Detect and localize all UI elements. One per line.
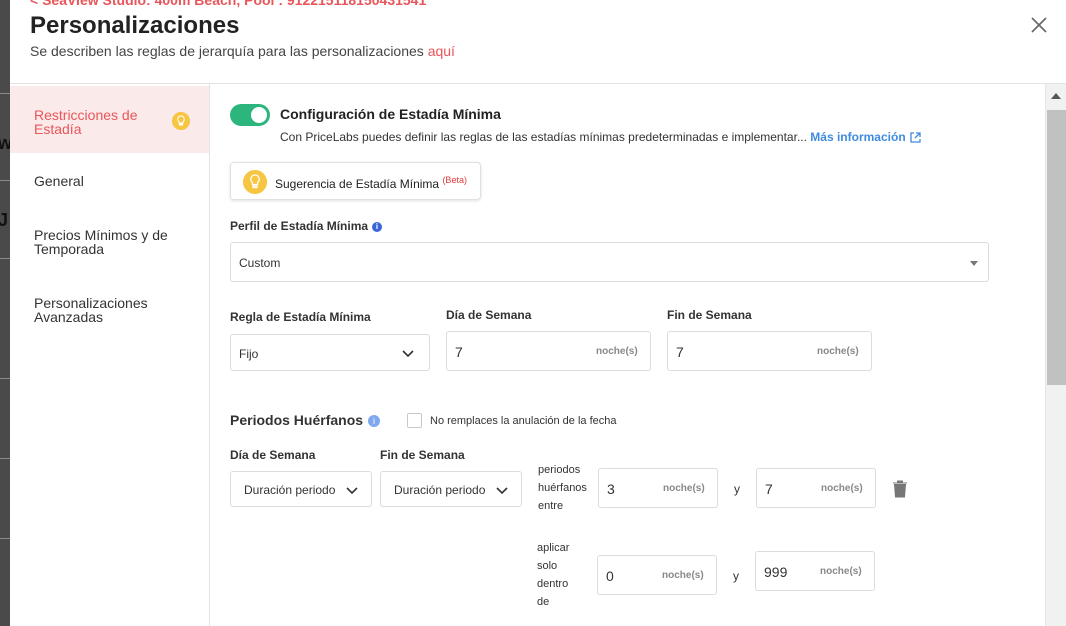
chevron-down-icon	[346, 487, 358, 495]
modal-header: < SeaView Studio: 400m Beach, Pool : 912…	[10, 0, 1066, 84]
min-stay-suggestion-button[interactable]: Sugerencia de Estadía Mínima (Beta)	[230, 162, 481, 200]
orphan-periods-title: Periodos Huérfanos	[230, 412, 364, 428]
backdrop: w J	[0, 0, 12, 626]
sidebar-item-min-seasonal-prices[interactable]: Precios Mínimos y de Temporada	[10, 228, 209, 256]
breadcrumb[interactable]: < SeaView Studio: 400m Beach, Pool : 912…	[30, 0, 426, 8]
sidebar-item-stay-restrictions[interactable]: Restricciones de Estadía	[10, 86, 209, 153]
within-text: aplicar solo dentro de	[537, 539, 569, 611]
orphan-weekday-value: Duración periodo	[244, 483, 336, 497]
page-title: Personalizaciones	[30, 12, 240, 39]
suggestion-label: Sugerencia de Estadía Mínima (Beta)	[275, 175, 467, 191]
hierarchy-rules-link[interactable]: aquí	[428, 43, 455, 59]
sidebar-item-label: Restricciones de Estadía	[34, 107, 138, 137]
unit-label: noche(s)	[821, 483, 863, 494]
profile-value: Custom	[239, 256, 281, 270]
orphan-between-max-input[interactable]: 7 noche(s)	[756, 468, 876, 508]
weekend-value: 7	[676, 344, 684, 360]
backdrop-line	[0, 378, 10, 379]
backdrop-char: J	[0, 210, 9, 230]
within-text-line: solo	[537, 560, 558, 572]
within-text-line: dentro	[537, 578, 569, 590]
info-icon[interactable]: i	[372, 222, 383, 232]
rule-label: Regla de Estadía Mínima	[230, 310, 371, 324]
orphan-within-min-input[interactable]: 0 noche(s)	[597, 555, 717, 595]
info-icon[interactable]: i	[368, 415, 380, 427]
unit-label: noche(s)	[596, 346, 638, 357]
page-subtitle: Se describen las reglas de jerarquía par…	[30, 43, 455, 59]
between-max-value: 7	[765, 481, 773, 497]
backdrop-line	[0, 458, 10, 459]
sidebar-item-label: Precios Mínimos y de Temporada	[34, 227, 168, 257]
backdrop-line	[0, 93, 10, 94]
between-text-line: entre	[538, 500, 564, 512]
within-text-line: de	[537, 596, 550, 608]
lightbulb-icon	[243, 170, 267, 194]
beta-badge: (Beta)	[442, 175, 467, 185]
weekday-value: 7	[455, 344, 463, 360]
trash-icon[interactable]	[892, 480, 908, 498]
min-stay-description: Con PriceLabs puedes definir las reglas …	[280, 130, 922, 144]
min-stay-profile-select[interactable]: Custom	[230, 242, 989, 282]
scrollbar[interactable]	[1045, 84, 1066, 626]
unit-label: noche(s)	[662, 570, 704, 581]
sidebar-item-label: General	[34, 173, 84, 189]
between-text-line: huérfanos	[538, 482, 587, 494]
lightbulb-icon	[172, 112, 190, 130]
within-min-value: 0	[606, 568, 614, 584]
weekend-label: Fin de Semana	[667, 308, 752, 322]
orphan-weekend-value: Duración periodo	[394, 483, 486, 497]
orphan-weekday-select[interactable]: Duración periodo	[230, 471, 372, 507]
sidebar-item-label: Personalizaciones Avanzadas	[34, 295, 148, 325]
caret-down-icon	[970, 261, 978, 266]
unit-label: noche(s)	[820, 566, 862, 577]
weekend-min-stay-input[interactable]: 7 noche(s)	[667, 331, 872, 371]
orphan-within-max-input[interactable]: 999 noche(s)	[755, 551, 875, 591]
stay-restrictions-panel: Configuración de Estadía Mínima Con Pric…	[210, 84, 1045, 626]
scrollbar-thumb[interactable]	[1047, 110, 1066, 385]
backdrop-line	[0, 538, 10, 539]
unit-label: noche(s)	[663, 483, 705, 494]
orphan-weekend-select[interactable]: Duración periodo	[380, 471, 522, 507]
orphan-weekday-label: Día de Semana	[230, 448, 316, 462]
within-max-value: 999	[764, 564, 788, 580]
sidebar: Restricciones de Estadía General Precios…	[10, 84, 210, 626]
unit-label: noche(s)	[817, 346, 859, 357]
between-text-line: periodos	[538, 464, 581, 476]
backdrop-line	[0, 258, 10, 259]
orphan-weekend-label: Fin de Semana	[380, 448, 465, 462]
between-text: periodos huérfanos entre	[538, 461, 587, 515]
min-stay-title: Configuración de Estadía Mínima	[280, 106, 501, 122]
orphan-between-min-input[interactable]: 3 noche(s)	[598, 468, 718, 508]
no-override-checkbox[interactable]	[407, 413, 422, 428]
profile-label: Perfil de Estadía Mínima i	[230, 219, 383, 233]
between-min-value: 3	[607, 481, 615, 497]
profile-label-text: Perfil de Estadía Mínima	[230, 219, 369, 233]
sidebar-item-general[interactable]: General	[10, 174, 209, 188]
weekday-label: Día de Semana	[446, 308, 532, 322]
close-icon[interactable]	[1028, 14, 1050, 36]
no-override-label: No remplaces la anulación de la fecha	[430, 415, 617, 427]
sidebar-item-advanced-customizations[interactable]: Personalizaciones Avanzadas	[10, 296, 209, 324]
chevron-down-icon	[496, 487, 508, 495]
min-stay-toggle[interactable]	[230, 104, 270, 126]
customizations-modal: < SeaView Studio: 400m Beach, Pool : 912…	[10, 0, 1066, 626]
description-text: Con PriceLabs puedes definir las reglas …	[280, 130, 807, 144]
backdrop-line	[0, 180, 10, 181]
suggestion-text: Sugerencia de Estadía Mínima	[275, 177, 440, 191]
within-text-line: aplicar	[537, 542, 570, 554]
external-link-icon[interactable]	[909, 131, 922, 144]
weekday-min-stay-input[interactable]: 7 noche(s)	[446, 331, 651, 371]
and-text: y	[733, 569, 739, 583]
rule-select[interactable]: Fijo	[230, 334, 430, 371]
scroll-up-icon[interactable]	[1051, 93, 1061, 99]
chevron-down-icon	[402, 350, 414, 358]
subtitle-text: Se describen las reglas de jerarquía par…	[30, 43, 424, 59]
rule-value: Fijo	[239, 347, 259, 361]
and-text: y	[734, 482, 740, 496]
more-info-link[interactable]: Más información	[810, 130, 905, 144]
